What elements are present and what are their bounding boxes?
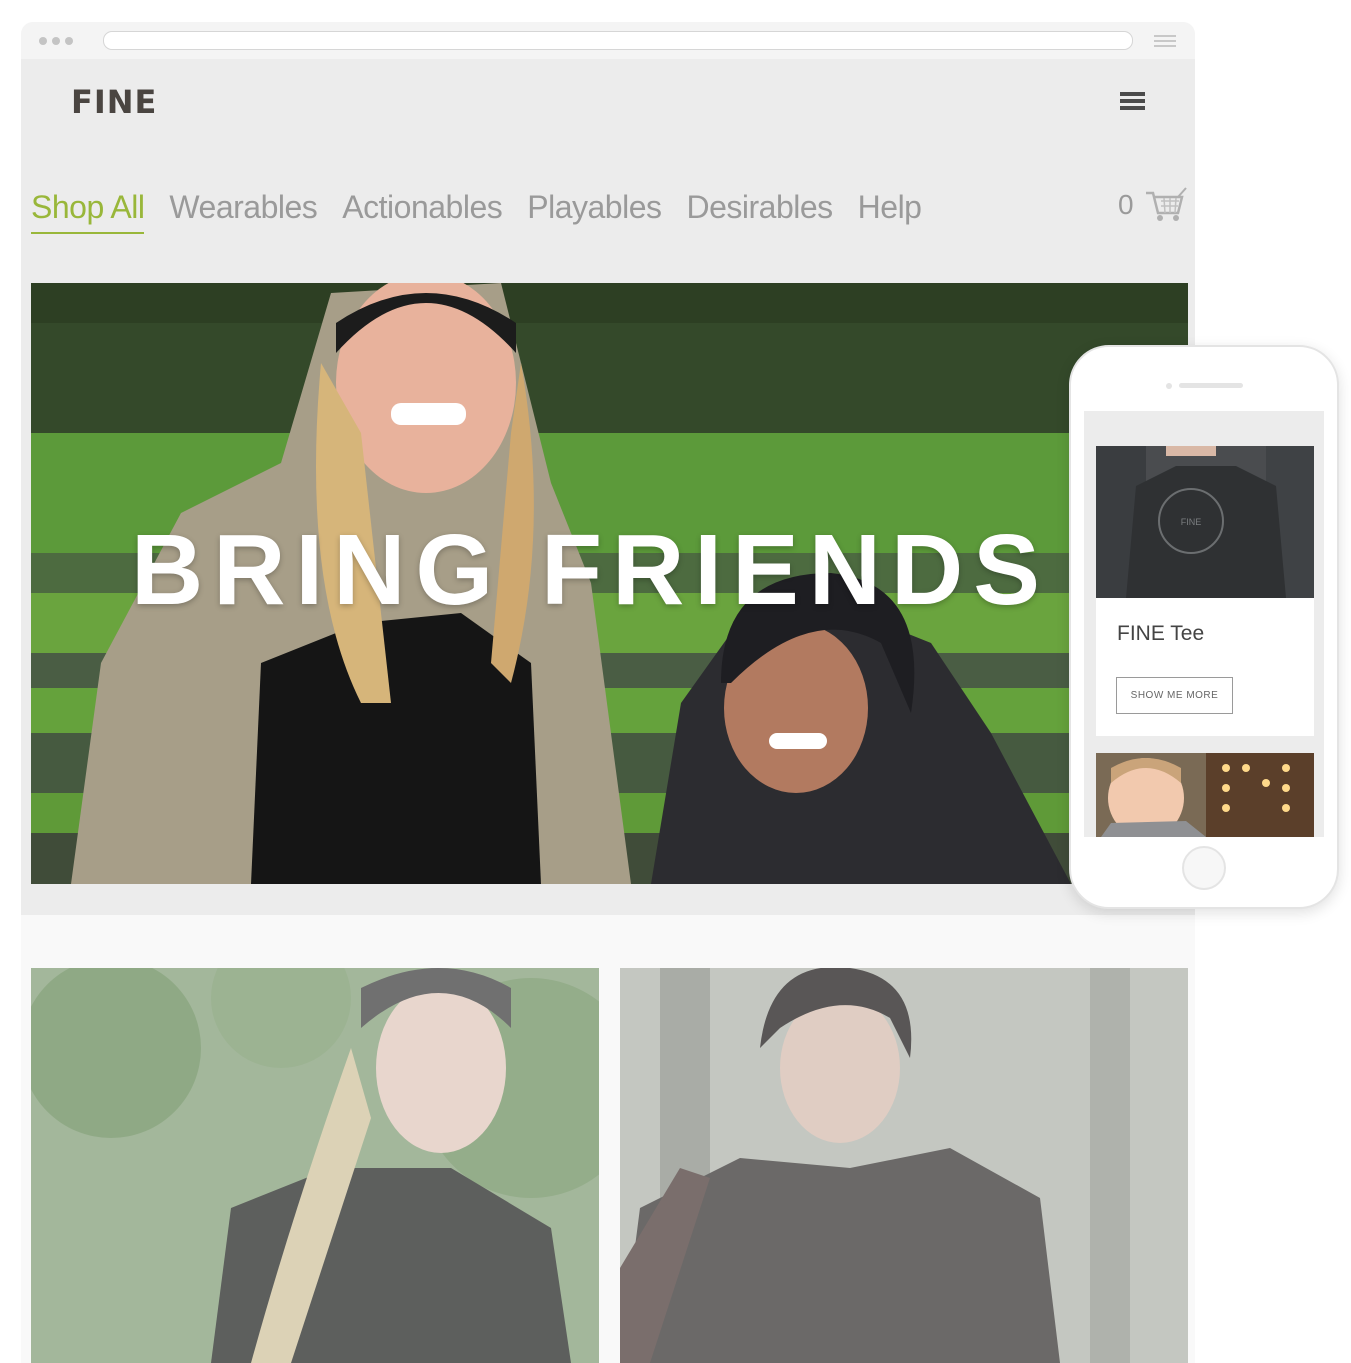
product-card[interactable] xyxy=(31,968,599,1363)
camera-icon xyxy=(1166,383,1172,389)
phone-screen: FINE FINE Tee SHOW ME MORE xyxy=(1084,411,1324,837)
window-dot[interactable] xyxy=(65,37,73,45)
product-image xyxy=(31,968,599,1363)
browser-window: FINE Shop All Wearables Actionables Play… xyxy=(21,22,1195,1363)
window-controls[interactable] xyxy=(39,37,73,45)
nav-item-wearables[interactable]: Wearables xyxy=(169,189,317,234)
mobile-product-card[interactable] xyxy=(1096,753,1314,837)
nav-item-help[interactable]: Help xyxy=(858,189,922,234)
nav-item-playables[interactable]: Playables xyxy=(527,189,662,234)
address-bar[interactable] xyxy=(103,31,1133,50)
mobile-product-image: FINE xyxy=(1096,446,1314,598)
cart-icon[interactable] xyxy=(1144,187,1188,223)
speaker-grille xyxy=(1179,383,1243,388)
show-me-more-button[interactable]: SHOW ME MORE xyxy=(1116,677,1233,714)
product-grid xyxy=(31,968,1188,1363)
hero-title: BRING FRIENDS xyxy=(131,514,1050,626)
mobile-product-image xyxy=(1096,753,1314,837)
nav-item-actionables[interactable]: Actionables xyxy=(342,189,502,234)
cart-count: 0 xyxy=(1118,189,1134,220)
nav-item-desirables[interactable]: Desirables xyxy=(686,189,833,234)
cart[interactable]: 0 xyxy=(1118,187,1188,223)
product-image xyxy=(620,968,1188,1363)
category-nav: Shop All Wearables Actionables Playables… xyxy=(31,189,946,234)
browser-menu-icon[interactable] xyxy=(1154,35,1176,50)
window-dot[interactable] xyxy=(39,37,47,45)
nav-item-shop-all[interactable]: Shop All xyxy=(31,189,145,234)
product-card[interactable] xyxy=(620,968,1188,1363)
svg-text:FINE: FINE xyxy=(1181,517,1202,527)
mobile-product-card[interactable]: FINE FINE Tee SHOW ME MORE xyxy=(1096,446,1314,736)
home-button[interactable] xyxy=(1182,846,1226,890)
phone-mockup: FINE FINE Tee SHOW ME MORE xyxy=(1069,345,1339,909)
menu-icon[interactable] xyxy=(1120,92,1145,113)
hero-banner[interactable]: BRING FRIENDS xyxy=(31,283,1188,884)
window-dot[interactable] xyxy=(52,37,60,45)
browser-chrome xyxy=(21,22,1195,59)
site-logo[interactable]: FINE xyxy=(71,83,157,121)
site-header-area: FINE Shop All Wearables Actionables Play… xyxy=(21,59,1195,915)
mobile-product-title: FINE Tee xyxy=(1117,622,1205,645)
